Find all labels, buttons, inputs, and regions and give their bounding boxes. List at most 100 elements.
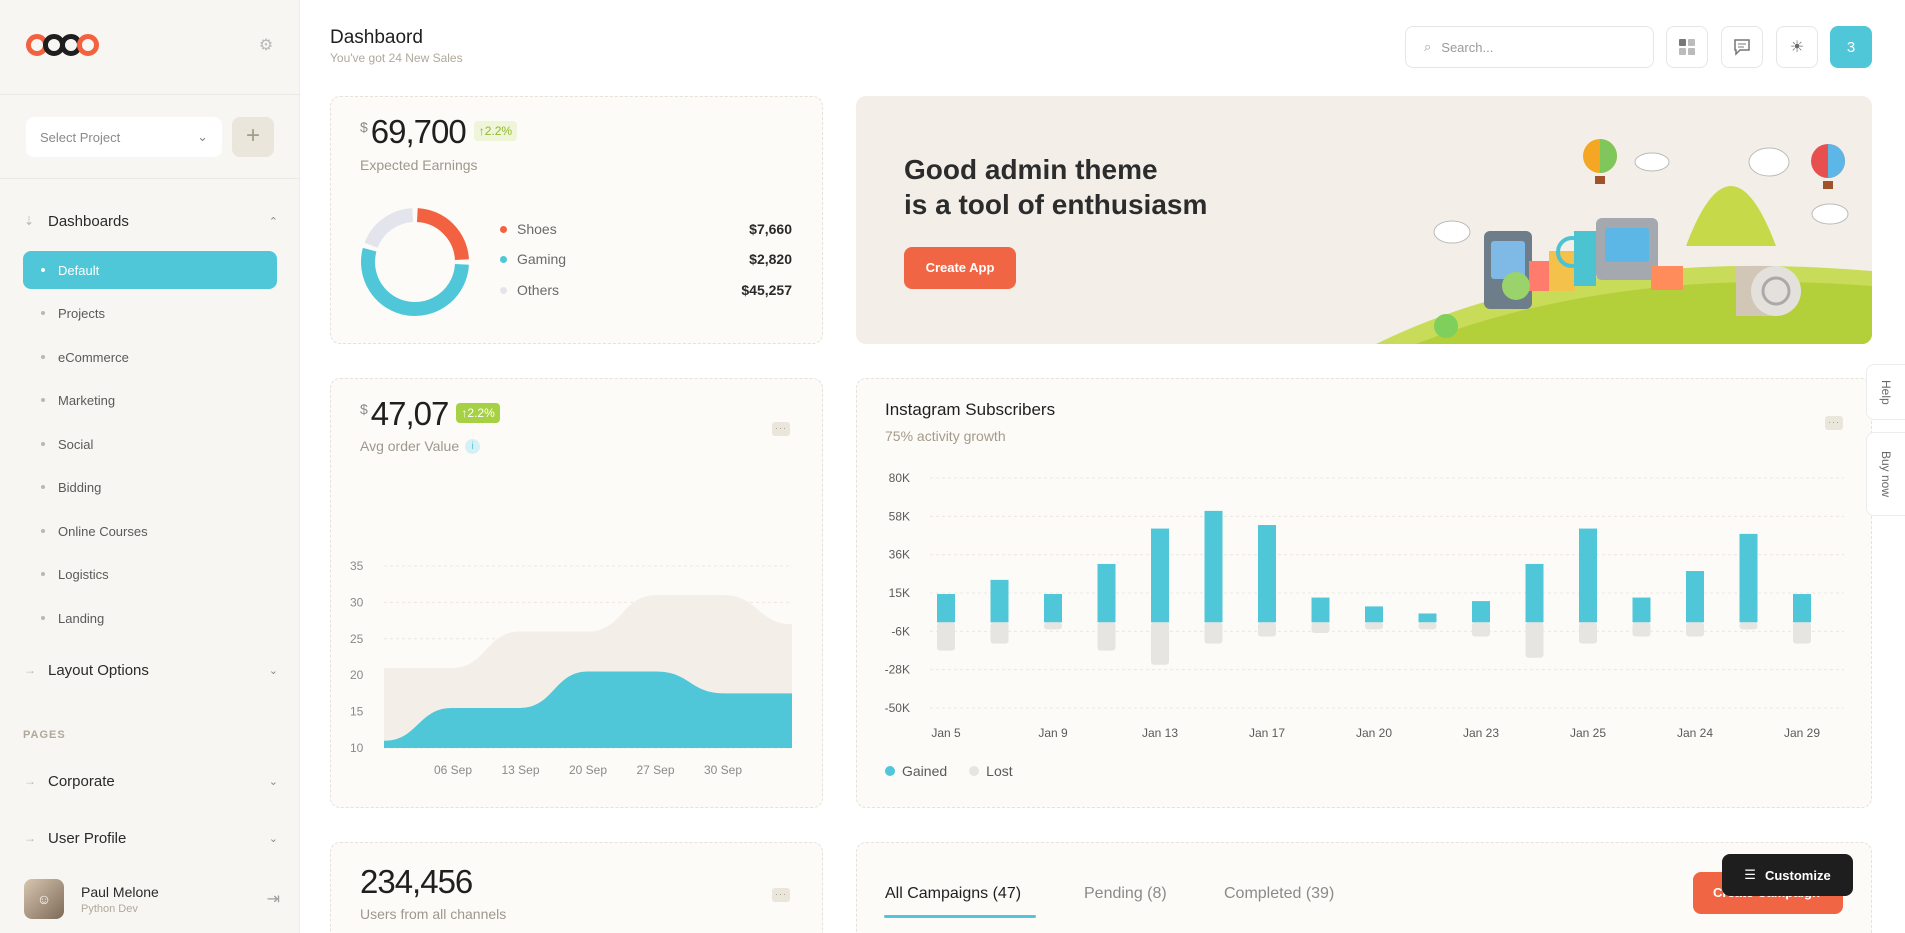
nav-group-dashboards[interactable]: ⇣ Dashboards ⌃ bbox=[24, 209, 278, 233]
bar-gained[interactable] bbox=[1793, 594, 1811, 623]
bar-gained[interactable] bbox=[1472, 601, 1490, 623]
bullet-dot bbox=[41, 355, 45, 359]
settings-gear-icon[interactable]: ⚙ bbox=[256, 36, 276, 56]
bar-lost[interactable] bbox=[1739, 622, 1758, 630]
x-tick-label: Jan 29 bbox=[1784, 726, 1820, 740]
chat-button[interactable] bbox=[1721, 26, 1763, 68]
search-placeholder: Search... bbox=[1441, 39, 1494, 55]
bar-lost[interactable] bbox=[1311, 622, 1330, 633]
sidebar-item-label: Online Courses bbox=[58, 523, 148, 539]
bar-gained[interactable] bbox=[1739, 533, 1758, 623]
bar-lost[interactable] bbox=[1793, 622, 1811, 644]
sidebar-item-landing[interactable]: Landing bbox=[23, 599, 277, 637]
logo[interactable] bbox=[26, 34, 99, 56]
sidebar-item-online-courses[interactable]: Online Courses bbox=[23, 512, 277, 550]
bar-lost[interactable] bbox=[1258, 622, 1276, 637]
earnings-amount-row: $ 69,700 ↑2.2% bbox=[360, 113, 518, 151]
bar-gained[interactable] bbox=[1151, 528, 1169, 623]
help-tab[interactable]: Help bbox=[1866, 364, 1905, 420]
legend-dot bbox=[500, 225, 507, 233]
tab-all-campaigns[interactable]: All Campaigns (47) bbox=[885, 885, 1021, 903]
legend-name: Gaming bbox=[517, 251, 567, 267]
bar-lost[interactable] bbox=[990, 622, 1009, 644]
sidebar-item-marketing[interactable]: Marketing bbox=[23, 381, 277, 419]
bullet-dot bbox=[41, 485, 45, 489]
tab-completed[interactable]: Completed (39) bbox=[1224, 885, 1334, 903]
bar-lost[interactable] bbox=[1204, 622, 1223, 644]
donut-slice-gaming bbox=[361, 247, 469, 316]
bar-lost[interactable] bbox=[1151, 622, 1169, 665]
legend-dot bbox=[500, 286, 507, 294]
x-tick-label: Jan 9 bbox=[1038, 726, 1068, 740]
apps-grid-button[interactable] bbox=[1666, 26, 1708, 68]
bar-lost[interactable] bbox=[1472, 622, 1490, 637]
bar-gained[interactable] bbox=[1204, 510, 1223, 623]
bar-lost[interactable] bbox=[1044, 622, 1062, 630]
nav-group-user-profile[interactable]: → User Profile ⌄ bbox=[24, 826, 278, 850]
nav-group-layout-options[interactable]: → Layout Options ⌄ bbox=[24, 658, 278, 682]
bar-gained[interactable] bbox=[1579, 528, 1597, 623]
bar-gained[interactable] bbox=[1418, 613, 1437, 623]
bar-lost[interactable] bbox=[1365, 622, 1383, 630]
sliders-icon: ☰ bbox=[1744, 867, 1756, 882]
notification-count: 3 bbox=[1846, 38, 1856, 56]
sidebar-item-label: Landing bbox=[58, 610, 105, 626]
bar-gained[interactable] bbox=[1311, 597, 1330, 623]
bar-gained[interactable] bbox=[1097, 563, 1116, 623]
bar-gained[interactable] bbox=[1525, 563, 1544, 623]
instagram-title: Instagram Subscribers bbox=[885, 400, 1056, 419]
legend-name: Shoes bbox=[517, 221, 557, 237]
info-icon[interactable]: i bbox=[465, 438, 481, 454]
earnings-amount: 69,700 bbox=[370, 113, 467, 150]
legend-row-others: Others $45,257 bbox=[500, 282, 792, 298]
sidebar: ⚙ Select Project ⌄ + ⇣ Dashboards ⌃ Defa… bbox=[0, 0, 300, 933]
customize-button[interactable]: ☰ Customize bbox=[1722, 854, 1853, 896]
profile-role: Python Dev bbox=[81, 902, 138, 915]
avg-order-amount: 47,07 bbox=[370, 395, 450, 432]
bar-lost[interactable] bbox=[1097, 622, 1116, 651]
sidebar-item-label: Marketing bbox=[58, 392, 116, 408]
bar-gained[interactable] bbox=[937, 594, 955, 623]
sidebar-item-bidding[interactable]: Bidding bbox=[23, 468, 277, 506]
tab-pending[interactable]: Pending (8) bbox=[1084, 885, 1167, 903]
more-options-button[interactable]: ··· bbox=[772, 422, 790, 436]
bar-gained[interactable] bbox=[1686, 571, 1704, 623]
bar-lost[interactable] bbox=[1418, 622, 1437, 630]
sidebar-item-label: eCommerce bbox=[58, 349, 129, 365]
sidebar-item-ecommerce[interactable]: eCommerce bbox=[23, 338, 277, 376]
page-title: Dashbaord bbox=[330, 27, 423, 48]
buy-now-tab[interactable]: Buy now bbox=[1866, 432, 1905, 516]
bar-gained[interactable] bbox=[1365, 606, 1383, 623]
avatar[interactable]: ☺ bbox=[24, 879, 64, 919]
more-options-button[interactable]: ··· bbox=[772, 888, 790, 902]
bar-lost[interactable] bbox=[1632, 622, 1651, 637]
search-input[interactable]: ⌕ Search... bbox=[1405, 26, 1654, 68]
nav-group-label: Corporate bbox=[48, 772, 115, 790]
sidebar-item-logistics[interactable]: Logistics bbox=[23, 555, 277, 593]
sidebar-item-projects[interactable]: Projects bbox=[23, 294, 277, 332]
bar-lost[interactable] bbox=[937, 622, 955, 651]
select-project-dropdown[interactable]: Select Project ⌄ bbox=[26, 117, 222, 157]
bar-gained[interactable] bbox=[990, 579, 1009, 623]
theme-toggle-button[interactable]: ☀ bbox=[1776, 26, 1818, 68]
sidebar-item-label: Projects bbox=[58, 305, 105, 321]
bar-lost[interactable] bbox=[1525, 622, 1544, 658]
bar-gained[interactable] bbox=[1044, 594, 1062, 623]
logout-icon[interactable]: ⇥ bbox=[267, 889, 280, 909]
notifications-button[interactable]: 3 bbox=[1830, 26, 1872, 68]
dashboards-icon: ⇣ bbox=[24, 214, 35, 228]
nav-group-label: Layout Options bbox=[48, 661, 149, 679]
instagram-bar-chart: 80K 58K 36K 15K -6K -28K -50K Jan 5 Jan 9 Jan 13 J… bbox=[885, 471, 1844, 740]
chevron-down-icon: ⌄ bbox=[268, 664, 278, 677]
create-app-button[interactable]: Create App bbox=[904, 247, 1016, 289]
bar-gained[interactable] bbox=[1258, 525, 1276, 623]
bar-gained[interactable] bbox=[1632, 597, 1651, 623]
more-options-button[interactable]: ··· bbox=[1825, 416, 1843, 430]
y-tick-label: 15 bbox=[350, 705, 364, 719]
add-project-button[interactable]: + bbox=[232, 117, 274, 157]
bar-lost[interactable] bbox=[1579, 622, 1597, 644]
sidebar-item-social[interactable]: Social bbox=[23, 425, 277, 463]
nav-group-corporate[interactable]: → Corporate ⌄ bbox=[24, 769, 278, 793]
bar-lost[interactable] bbox=[1686, 622, 1704, 637]
sidebar-item-default[interactable]: Default bbox=[23, 251, 277, 289]
